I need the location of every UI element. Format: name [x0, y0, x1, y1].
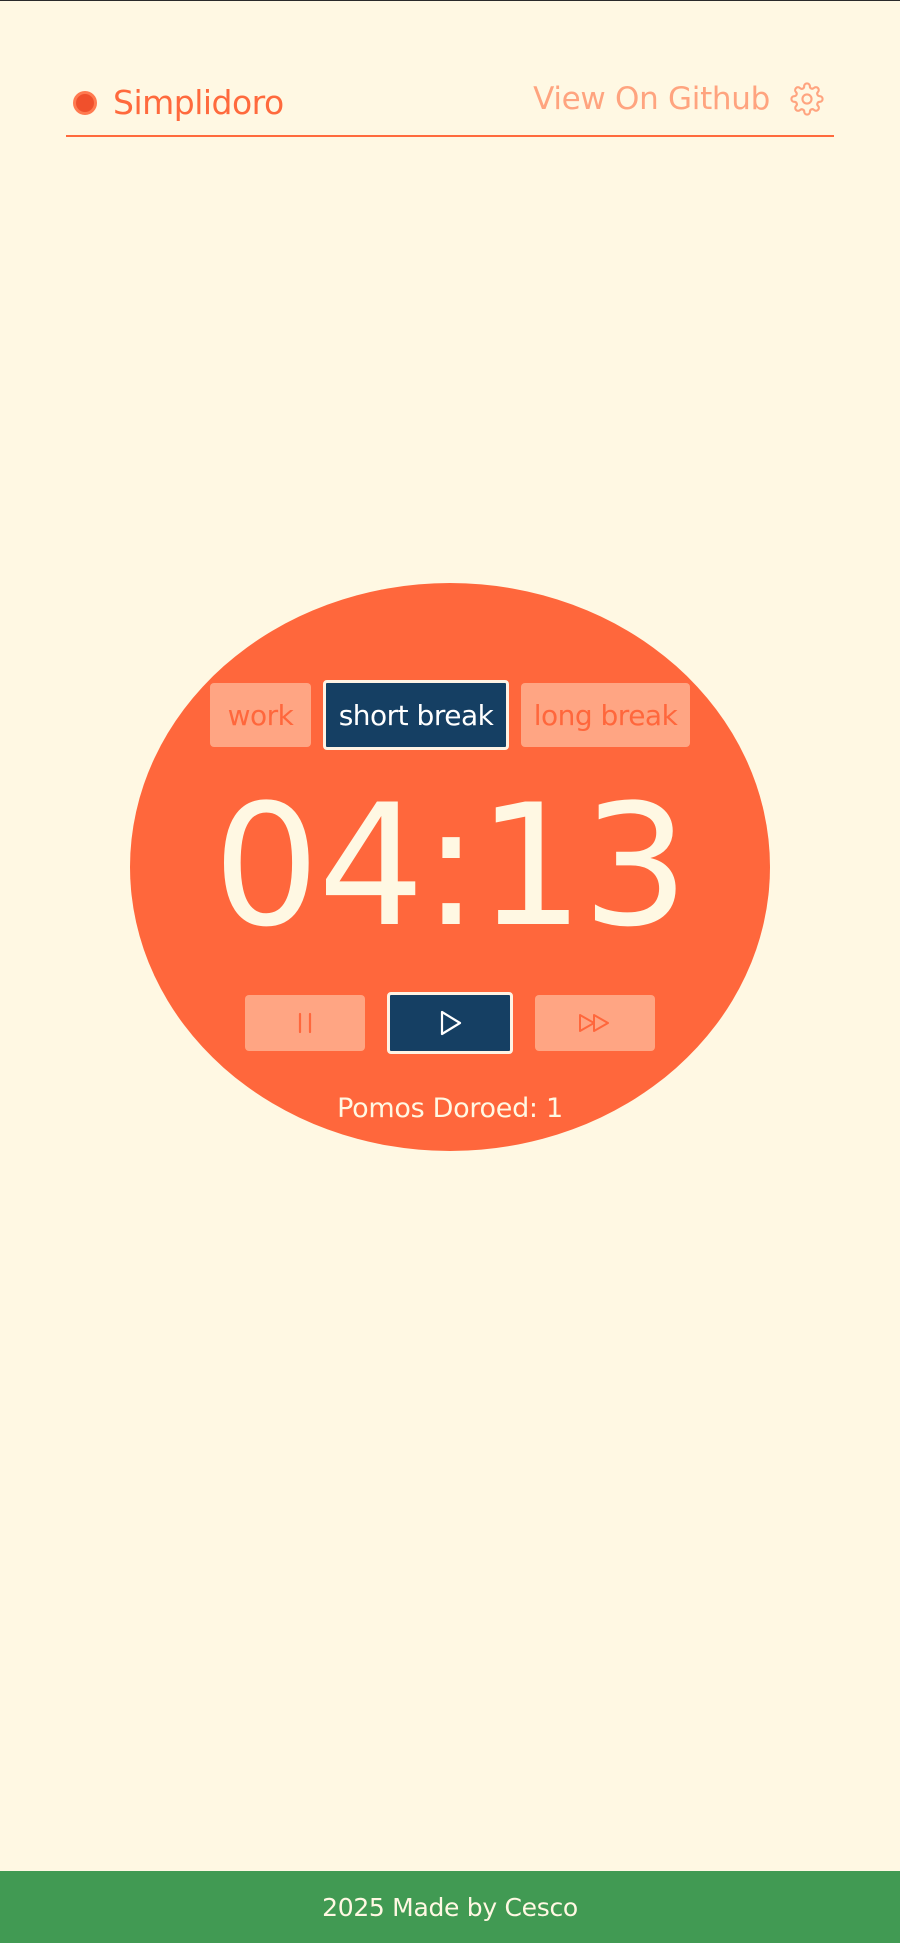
play-button[interactable] — [387, 992, 513, 1054]
tab-short-break[interactable]: short break — [323, 680, 509, 750]
pause-button[interactable] — [245, 995, 365, 1051]
brand-logo-dot — [73, 90, 97, 115]
app-header: Simplidoro View On Github — [66, 67, 834, 137]
footer: 2025 Made by Cesco — [0, 1871, 900, 1943]
pause-icon — [298, 1012, 312, 1034]
pomos-counter: Pomos Doroed: 1 — [337, 1093, 563, 1124]
timer-display: 04:13 — [212, 768, 689, 964]
footer-credit: 2025 Made by Cesco — [322, 1892, 578, 1922]
play-icon — [440, 1010, 462, 1036]
mode-tabs: work short break long break — [0, 680, 900, 750]
timer-controls — [0, 992, 900, 1054]
skip-forward-icon — [579, 1014, 609, 1032]
app-title: Simplidoro — [113, 83, 284, 122]
gear-icon[interactable] — [790, 82, 824, 116]
tab-work[interactable]: work — [210, 683, 311, 747]
tab-long-break[interactable]: long break — [521, 683, 690, 747]
skip-button[interactable] — [535, 995, 655, 1051]
view-on-github-link[interactable]: View On Github — [533, 81, 770, 117]
header-actions: View On Github — [533, 81, 824, 117]
brand[interactable]: Simplidoro — [66, 83, 284, 122]
